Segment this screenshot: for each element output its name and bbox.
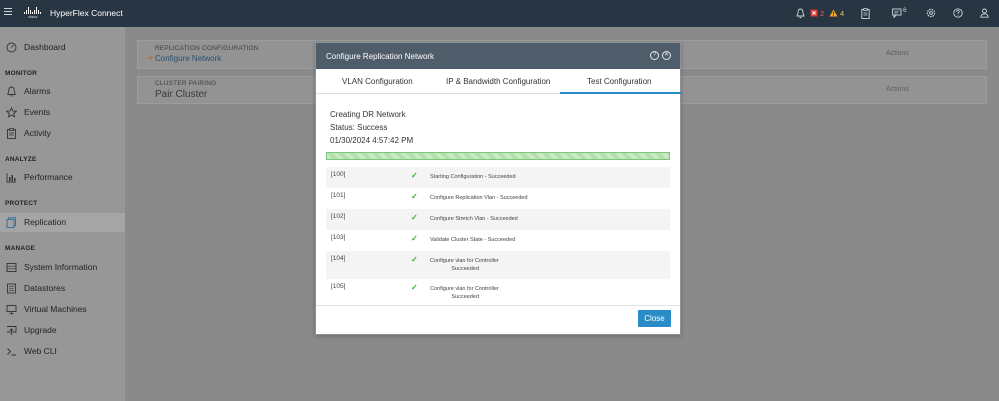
nav-label: Alarms <box>24 86 51 96</box>
card-heading: CLUSTER PAIRING <box>155 80 217 87</box>
top-bar: cisco HyperFlex Connect 2 4 6 <box>0 0 999 27</box>
bar-chart-icon <box>6 173 16 183</box>
nav-item-events[interactable]: Events <box>0 103 125 122</box>
list-item: [103] ✓ Validate Cluster State - Succeed… <box>331 234 516 243</box>
close-button[interactable]: Close <box>638 310 671 327</box>
step-list: [100] ✓ Starting Configuration - Succeed… <box>326 167 670 305</box>
messages-icon[interactable] <box>892 8 902 18</box>
close-icon[interactable]: ✕ <box>662 51 671 60</box>
datastore-icon <box>7 283 16 294</box>
nav-item-activity[interactable]: Activity <box>0 124 125 143</box>
nav-label: Replication <box>24 217 67 227</box>
actions-menu[interactable]: Actions <box>886 50 909 57</box>
list-item: [105] ✓ Configure vlan for Controller Su… <box>331 283 499 300</box>
nav-item-replication[interactable]: Replication <box>0 213 125 232</box>
list-item: [102] ✓ Configure Stretch Vlan - Succeed… <box>326 209 670 230</box>
footer-divider <box>316 305 680 306</box>
message-count[interactable]: 6 <box>903 7 907 14</box>
checkmark-icon: ✓ <box>411 171 418 180</box>
server-icon <box>6 263 17 272</box>
nav-label: Activity <box>24 128 51 138</box>
menu-icon[interactable] <box>4 8 12 18</box>
checkmark-icon: ✓ <box>411 234 418 243</box>
star-icon <box>6 107 17 118</box>
checkmark-icon: ✓ <box>411 213 418 222</box>
list-item: [101] ✓ Configure Replication Vlan - Suc… <box>331 192 528 201</box>
configure-network-link[interactable]: Configure Network <box>155 54 221 63</box>
critical-alert-icon[interactable] <box>810 9 818 17</box>
nav-section-protect: PROTECT <box>5 200 38 207</box>
nav-label: Virtual Machines <box>24 304 87 314</box>
status-title: Creating DR Network <box>330 110 406 119</box>
nav-label: Performance <box>24 172 73 182</box>
nav-item-alarms[interactable]: Alarms <box>0 82 125 101</box>
nav-section-analyze: ANALYZE <box>5 156 37 163</box>
nav-label: Dashboard <box>24 42 66 52</box>
terminal-icon <box>7 348 16 356</box>
bell-icon <box>7 86 16 97</box>
nav-item-system-information[interactable]: System Information <box>0 258 125 277</box>
dialog-title: Configure Replication Network <box>326 52 435 61</box>
left-nav: Dashboard MONITOR Alarms Events Activity… <box>0 27 125 401</box>
help-icon[interactable]: ? <box>650 51 659 60</box>
tab-test-configuration[interactable]: Test Configuration <box>587 77 651 86</box>
dashboard-icon <box>6 42 17 53</box>
progress-bar <box>326 152 670 160</box>
arrow-right-icon: ➔ <box>147 55 153 62</box>
card-heading: REPLICATION CONFIGURATION <box>155 45 259 52</box>
monitor-icon <box>6 305 17 315</box>
nav-label: System Information <box>24 262 98 272</box>
dialog-tabs: VLAN Configuration IP & Bandwidth Config… <box>316 69 682 94</box>
active-tab-indicator <box>560 92 682 94</box>
nav-label: Web CLI <box>24 346 57 356</box>
dialog-header: Configure Replication Network ? ✕ <box>316 43 680 69</box>
checkmark-icon: ✓ <box>411 283 418 292</box>
user-icon[interactable] <box>980 8 989 18</box>
configure-replication-network-dialog: Configure Replication Network ? ✕ VLAN C… <box>315 42 682 335</box>
help-icon[interactable] <box>953 8 963 18</box>
settings-icon[interactable] <box>926 8 936 18</box>
list-item: [104] ✓ Configure vlan for Controller Su… <box>326 251 670 279</box>
clipboard-icon[interactable] <box>861 8 870 19</box>
bell-icon[interactable] <box>796 8 805 19</box>
replication-icon <box>6 217 16 228</box>
app-title: HyperFlex Connect <box>50 8 123 18</box>
nav-section-monitor: MONITOR <box>5 70 37 77</box>
actions-menu[interactable]: Actions <box>886 86 909 93</box>
status-timestamp: 01/30/2024 4:57:42 PM <box>330 136 414 145</box>
nav-item-upgrade[interactable]: Upgrade <box>0 321 125 340</box>
checkmark-icon: ✓ <box>411 192 418 201</box>
nav-section-manage: MANAGE <box>5 245 36 252</box>
nav-item-dashboard[interactable]: Dashboard <box>0 38 125 57</box>
list-item: [100] ✓ Starting Configuration - Succeed… <box>326 167 670 188</box>
nav-item-virtual-machines[interactable]: Virtual Machines <box>0 300 125 319</box>
warning-count[interactable]: 4 <box>840 9 844 18</box>
nav-label: Upgrade <box>24 325 57 335</box>
cisco-logo: cisco <box>24 7 42 19</box>
status-text: Status: Success <box>330 123 388 132</box>
clipboard-icon <box>7 128 16 139</box>
upgrade-icon <box>7 326 17 335</box>
critical-count[interactable]: 2 <box>820 9 824 18</box>
pair-cluster-title[interactable]: Pair Cluster <box>155 89 207 100</box>
tab-vlan-configuration[interactable]: VLAN Configuration <box>342 77 413 86</box>
warning-icon[interactable] <box>829 9 838 17</box>
tab-ip-bandwidth-configuration[interactable]: IP & Bandwidth Configuration <box>446 77 550 86</box>
nav-item-performance[interactable]: Performance <box>0 168 125 187</box>
nav-item-datastores[interactable]: Datastores <box>0 279 125 298</box>
checkmark-icon: ✓ <box>411 255 418 264</box>
nav-label: Events <box>24 107 50 117</box>
nav-label: Datastores <box>24 283 66 293</box>
nav-item-web-cli[interactable]: Web CLI <box>0 342 125 361</box>
